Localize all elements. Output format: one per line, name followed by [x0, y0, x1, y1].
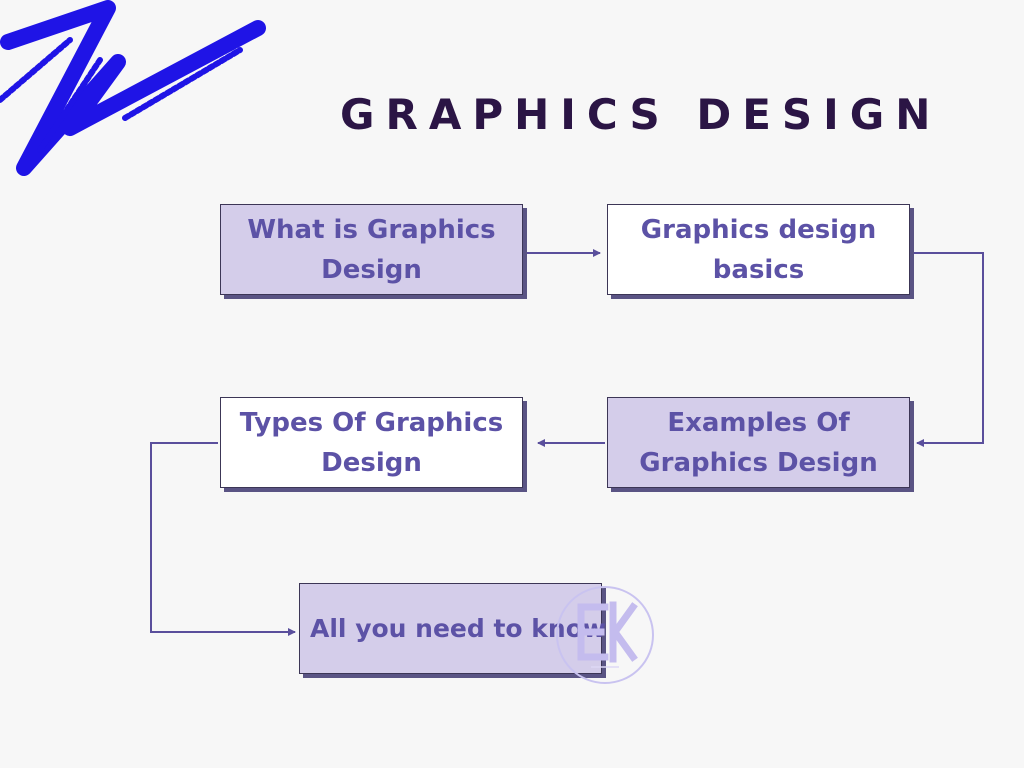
flow-box-label: What is Graphics Design — [247, 214, 496, 285]
flow-box-label: Examples Of Graphics Design — [639, 407, 878, 478]
flow-box-what-is-graphics-design: What is Graphics Design — [220, 204, 523, 295]
flow-box-types-of-graphics-design: Types Of Graphics Design — [220, 397, 523, 488]
flow-box-label: Types Of Graphics Design — [239, 407, 504, 478]
connector-basics-to-examples — [914, 252, 984, 447]
flow-box-label: All you need to know — [310, 613, 606, 643]
flow-box-examples-of-graphics-design: Examples Of Graphics Design — [607, 397, 910, 488]
flow-box-graphics-design-basics: Graphics design basics — [607, 204, 910, 295]
flow-box-label: Graphics design basics — [640, 214, 877, 285]
flow-box-all-you-need-to-know: All you need to know — [299, 583, 606, 674]
